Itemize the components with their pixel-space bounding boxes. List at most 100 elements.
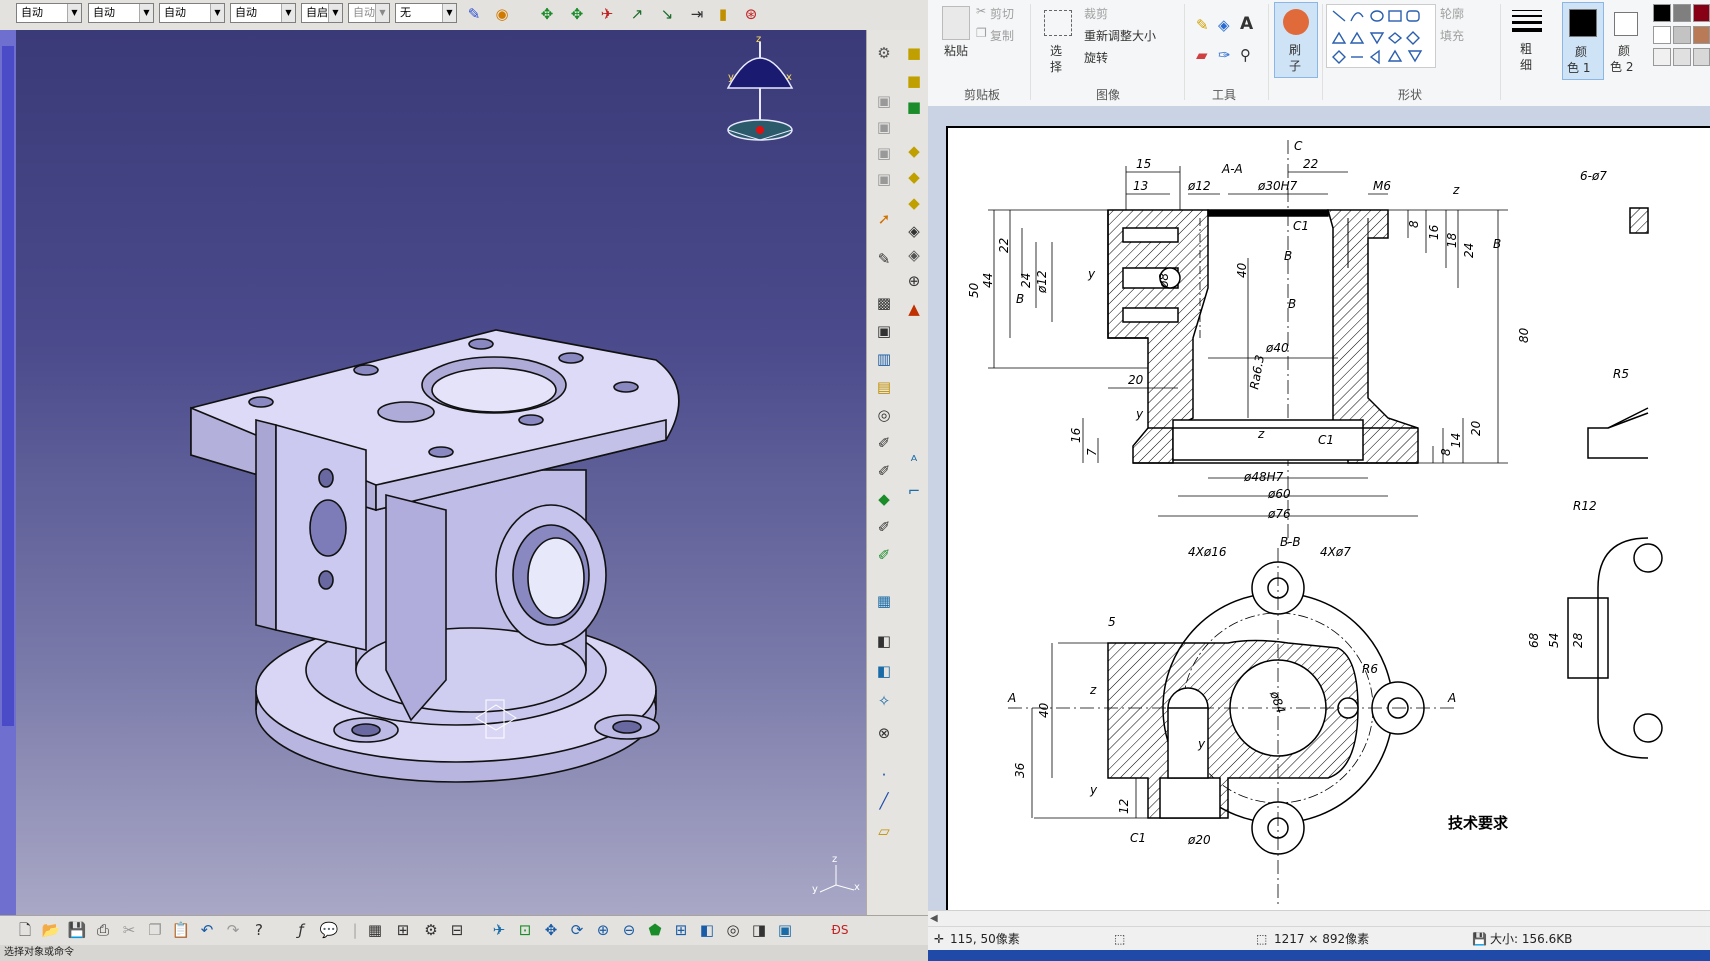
copy-icon[interactable]: ❐ — [976, 26, 987, 40]
eraser-icon[interactable]: ▰ — [1196, 46, 1208, 64]
point-icon[interactable]: ✧ — [872, 690, 896, 712]
pan-icon[interactable]: ✥ — [536, 3, 558, 25]
zoom-in-icon[interactable]: ⊕ — [592, 919, 614, 941]
plane-icon[interactable]: ▱ — [872, 820, 896, 842]
3d-viewport[interactable]: z x y z x y — [16, 30, 866, 915]
text-icon[interactable]: A — [1240, 14, 1253, 34]
iso-view-icon[interactable]: ◧ — [696, 919, 718, 941]
paint-horizontal-scrollbar[interactable]: ◀ — [928, 910, 1710, 927]
scan-icon[interactable]: | — [344, 919, 366, 941]
cut-icon[interactable]: ✂ — [118, 919, 140, 941]
shaft-icon[interactable]: ◆ — [902, 166, 926, 188]
swap-space-icon[interactable]: ▣ — [774, 919, 796, 941]
knowledge-icon[interactable]: ⚙ — [420, 919, 442, 941]
palette-swatch[interactable] — [1693, 48, 1710, 66]
hide-show-icon[interactable]: ◨ — [748, 919, 770, 941]
viewport-scrollbar[interactable] — [0, 30, 16, 915]
groove-icon[interactable]: ◆ — [902, 192, 926, 214]
palette-swatch[interactable] — [1653, 48, 1671, 66]
annotation-icon[interactable]: ⌐ — [902, 480, 926, 502]
pad-icon[interactable]: ■ — [902, 96, 926, 118]
paste-button[interactable]: 粘贴 — [944, 42, 968, 59]
scale-icon[interactable]: ▦ — [872, 590, 896, 612]
fill-button[interactable]: 填充 — [1440, 27, 1464, 44]
resize-button[interactable]: 重新调整大小 — [1084, 27, 1156, 44]
line-color-dropdown[interactable]: 自动 ▼ — [16, 3, 82, 23]
rotate-icon[interactable]: ✥ — [566, 3, 588, 25]
palette-swatch[interactable] — [1693, 26, 1710, 44]
draft-icon[interactable]: ▥ — [872, 348, 896, 370]
transparency-dropdown[interactable]: 无 ▼ — [395, 3, 457, 23]
chamfer-icon[interactable]: ▣ — [872, 320, 896, 342]
outline-button[interactable]: 轮廓 — [1440, 5, 1464, 22]
rotate-button[interactable]: 旋转 — [1084, 49, 1108, 66]
line-icon[interactable]: ╱ — [872, 790, 896, 812]
fit-all-icon[interactable]: ⊡ — [514, 919, 536, 941]
select-icon[interactable] — [1044, 10, 1072, 36]
pan-view-icon[interactable]: ✥ — [540, 919, 562, 941]
paste-icon[interactable] — [942, 6, 970, 40]
undo-icon[interactable]: ↶ — [196, 919, 218, 941]
copy-button[interactable]: 复制 — [990, 27, 1014, 44]
shapes-gallery[interactable] — [1326, 4, 1436, 68]
translate-icon[interactable]: ◆ — [872, 488, 896, 510]
color-picker-icon[interactable]: ✑ — [1218, 46, 1231, 64]
palette-swatch[interactable] — [1653, 4, 1671, 22]
pocket-icon[interactable]: ◆ — [902, 140, 926, 162]
solid-icon[interactable]: ■ — [902, 70, 926, 92]
copy-icon[interactable]: ❐ — [144, 919, 166, 941]
select-icon[interactable]: ➚ — [872, 208, 896, 230]
select-button[interactable]: 选 — [1050, 42, 1062, 59]
point-type-dropdown[interactable]: 自动 ▼ — [230, 3, 296, 23]
measure-icon[interactable]: ▮ — [712, 3, 734, 25]
shading-icon[interactable]: ◎ — [722, 919, 744, 941]
swap-icon[interactable]: ⊛ — [740, 3, 762, 25]
text-icon[interactable]: ᴬ — [902, 450, 926, 472]
positioned-sketch-icon[interactable]: ▣ — [872, 142, 896, 164]
new-file-icon[interactable]: 🗋 — [14, 919, 36, 941]
zoom-out-icon[interactable]: ⊖ — [618, 919, 640, 941]
palette-swatch[interactable] — [1673, 26, 1691, 44]
layer-dropdown[interactable]: 自启 ▼ — [301, 3, 343, 23]
gear-icon[interactable]: ⚙ — [872, 42, 896, 64]
thickness-icon[interactable]: ◎ — [872, 404, 896, 426]
render-style-dropdown[interactable]: 自动 ▼ — [348, 3, 390, 23]
brush-button[interactable]: 刷 子 — [1274, 2, 1318, 78]
constraint-icon[interactable]: ▣ — [872, 116, 896, 138]
line-type-dropdown[interactable]: 自动 ▼ — [88, 3, 154, 23]
part-body-icon[interactable]: ■ — [902, 42, 926, 64]
save-icon[interactable]: 💾 — [66, 919, 88, 941]
catalog-icon[interactable]: ⊟ — [446, 919, 468, 941]
open-file-icon[interactable]: 📂 — [40, 919, 62, 941]
sketch-icon[interactable]: ▣ — [872, 90, 896, 112]
crop-button[interactable]: 裁剪 — [1084, 5, 1108, 22]
palette-swatch[interactable] — [1673, 48, 1691, 66]
assemble-icon[interactable]: ◧ — [872, 660, 896, 682]
pencil-icon[interactable]: ✎ — [1196, 16, 1209, 34]
exit-sketch-icon[interactable]: ▣ — [872, 168, 896, 190]
table-icon[interactable]: ▦ — [364, 919, 386, 941]
cut-button[interactable]: 剪切 — [990, 5, 1014, 22]
sketcher-icon[interactable]: ✎ — [872, 248, 896, 270]
boolean-icon[interactable]: ◧ — [872, 630, 896, 652]
line-weight-dropdown[interactable]: 自动 ▼ — [159, 3, 225, 23]
palette-swatch[interactable] — [1693, 4, 1710, 22]
paint-brush-icon[interactable]: ✎ — [463, 3, 485, 25]
rotate-view-icon[interactable]: ⟳ — [566, 919, 588, 941]
palette-swatch[interactable] — [1653, 26, 1671, 44]
multi-view-icon[interactable]: ⊞ — [670, 919, 692, 941]
loft-icon[interactable]: ▲ — [902, 298, 926, 320]
comment-icon[interactable]: 💬 — [318, 919, 340, 941]
thread-icon[interactable]: ✐ — [872, 432, 896, 454]
mirror-icon[interactable]: ✐ — [872, 516, 896, 538]
pattern-icon[interactable]: ✐ — [872, 544, 896, 566]
compass-icon[interactable]: z x y — [726, 34, 794, 141]
cut-icon[interactable]: ✂ — [976, 4, 986, 18]
print-icon[interactable]: ⎙ — [92, 919, 114, 941]
target-icon[interactable]: ⊕ — [902, 270, 926, 292]
size-icon[interactable] — [1512, 8, 1542, 32]
help-icon[interactable]: ? — [248, 919, 270, 941]
rib-icon[interactable]: ◈ — [902, 244, 926, 266]
size-button[interactable]: 粗 — [1520, 40, 1532, 57]
dot-icon[interactable]: · — [872, 764, 896, 786]
